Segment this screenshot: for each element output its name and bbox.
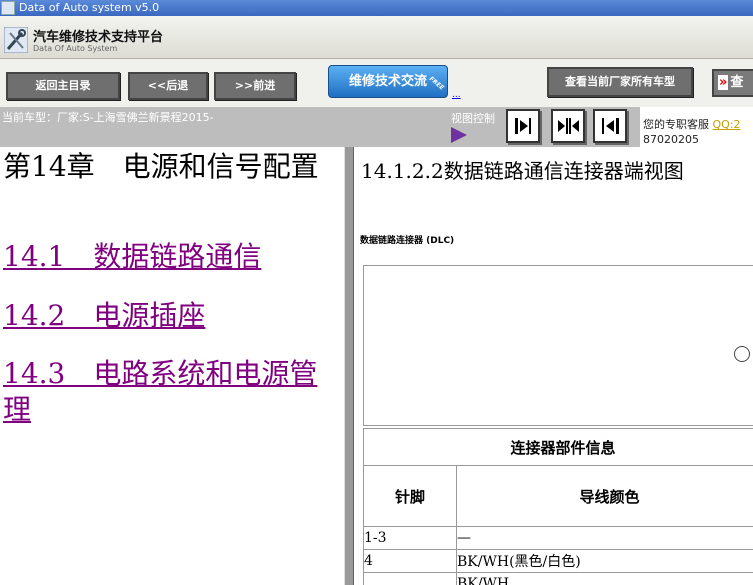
toc-item-label: 14.3 电路系统和电源管理 — [3, 357, 318, 426]
view-expand-right-button[interactable] — [506, 109, 540, 143]
double-arrow-icon: » — [718, 75, 729, 90]
view-models-button[interactable]: 查看当前厂家所有车型 — [547, 67, 693, 97]
toc-item-label: 14.2 电源插座 — [3, 299, 206, 332]
view-split-button[interactable] — [551, 109, 585, 143]
pin-cell: 4 — [363, 549, 457, 573]
toc-item-14-3[interactable]: 14.3 电路系统和电源管理 — [3, 356, 333, 428]
wrench-logo-icon — [4, 27, 28, 53]
home-button[interactable]: 返回主目录 — [6, 72, 120, 100]
app-header: 汽车维修技术支持平台 Data Of Auto System — [0, 16, 753, 59]
tech-exchange-button[interactable]: 维修技术交流 FREE — [328, 65, 448, 98]
more-link[interactable]: ... — [452, 90, 461, 100]
table-row: 4 BK/WH(黑色/白色) — [363, 549, 753, 573]
query-button[interactable]: » 查 — [712, 69, 753, 97]
arrow-left-bar-icon — [602, 118, 619, 134]
toc-item-14-2[interactable]: 14.2 电源插座 — [3, 298, 333, 334]
tech-exchange-label: 维修技术交流 — [348, 74, 427, 89]
dlc-label: 数据链路连接器 (DLC) — [360, 236, 455, 246]
toolbar: 返回主目录 <<后退 >>前进 维修技术交流 FREE ... 查看当前厂家所有… — [0, 59, 753, 107]
content-pane: 14.1.2.2数据链路通信连接器端视图 数据链路连接器 (DLC) 连接器部件… — [354, 147, 753, 585]
section-title: 14.1.2.2数据链路通信连接器端视图 — [361, 159, 684, 183]
service-qq-link[interactable]: QQ:2 — [713, 118, 741, 131]
forward-button[interactable]: >>前进 — [214, 72, 296, 100]
app-icon — [1, 1, 15, 15]
view-control-label: 视图控制 — [451, 112, 495, 125]
toc-item-label: 14.1 数据链路通信 — [3, 240, 262, 273]
play-icon[interactable] — [451, 127, 467, 143]
query-label: 查 — [730, 75, 744, 90]
pin-cell — [363, 572, 457, 585]
color-column-header: 导线颜色 — [456, 465, 753, 527]
app-subtitle: Data Of Auto System — [33, 44, 118, 53]
window-title: Data of Auto system v5.0 — [19, 1, 160, 14]
free-badge: FREE — [427, 75, 446, 92]
pane-splitter[interactable] — [344, 147, 354, 585]
toc-pane: 第14章 电源和信号配置 14.1 数据链路通信 14.2 电源插座 14.3 … — [0, 147, 344, 585]
pin-column-header: 针脚 — [363, 465, 457, 527]
view-expand-left-button[interactable] — [593, 109, 627, 143]
arrow-right-bar-icon — [515, 118, 531, 134]
connector-table: 连接器部件信息 针脚 导线颜色 1-3 — 4 BK/WH(黑色/白色) BK/… — [363, 428, 753, 585]
status-bar: 当前车型：厂家:S-上海雪佛兰新景程2015- 视图控制 您的专职客服 QQ:2… — [0, 107, 753, 147]
service-number: 87020205 — [643, 133, 699, 146]
back-button[interactable]: <<后退 — [128, 72, 208, 100]
split-view-icon — [558, 118, 579, 134]
color-cell: BK/WH(黑色/白色) — [456, 549, 753, 573]
service-label: 您的专职客服 — [643, 118, 709, 131]
table-caption: 连接器部件信息 — [363, 428, 753, 466]
chapter-title: 第14章 电源和信号配置 — [3, 150, 319, 183]
service-info: 您的专职客服 QQ:2 87020205 — [640, 107, 753, 147]
color-cell: — — [456, 526, 753, 550]
pin-cell: 1-3 — [363, 526, 457, 550]
connector-icon — [734, 346, 750, 362]
table-row: 1-3 — — [363, 526, 753, 550]
current-car-type: 当前车型：厂家:S-上海雪佛兰新景程2015- — [2, 111, 214, 124]
color-cell: BK/WH — [456, 572, 753, 585]
toc-item-14-1[interactable]: 14.1 数据链路通信 — [3, 239, 333, 275]
connector-diagram — [363, 265, 753, 426]
window-titlebar: Data of Auto system v5.0 — [0, 0, 753, 16]
table-row: BK/WH — [363, 572, 753, 585]
app-title: 汽车维修技术支持平台 — [33, 30, 164, 45]
